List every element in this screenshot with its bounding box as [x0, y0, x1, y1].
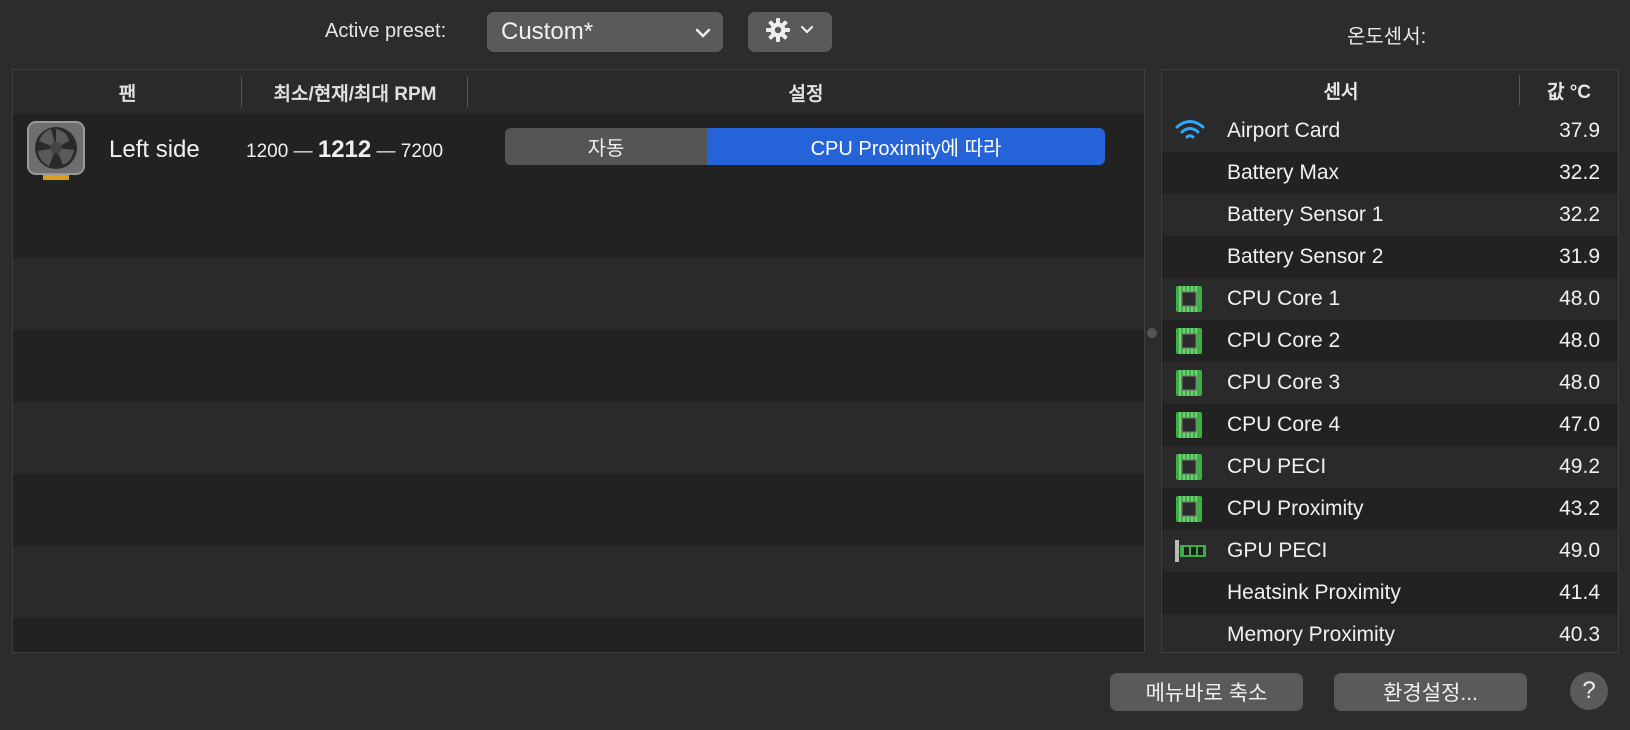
empty-row — [13, 258, 1144, 330]
sensor-name: GPU PECI — [1227, 539, 1328, 562]
sensor-table-header: 센서 값 °C — [1162, 70, 1618, 110]
sensor-row[interactable]: CPU Core 1 48.0 — [1162, 278, 1618, 320]
wifi-icon — [1174, 117, 1206, 145]
column-header-fan[interactable]: 팬 — [13, 76, 242, 107]
sensor-value: 37.9 — [1559, 119, 1600, 142]
sensor-value: 43.2 — [1559, 497, 1600, 520]
sensor-value: 48.0 — [1559, 371, 1600, 394]
fan-table-header: 팬 최소/현재/최대 RPM 설정 — [13, 70, 1144, 114]
sensor-value: 40.3 — [1559, 623, 1600, 646]
sensor-name: CPU Core 1 — [1227, 287, 1341, 310]
sensor-value: 41.4 — [1559, 581, 1600, 604]
sensor-value: 48.0 — [1559, 329, 1600, 352]
sensor-row[interactable]: CPU Proximity 43.2 — [1162, 488, 1618, 530]
max-rpm: 7200 — [400, 141, 444, 162]
cpu-chip-icon — [1174, 495, 1206, 523]
gear-icon — [765, 17, 791, 48]
fan-name: Left side — [109, 136, 200, 163]
column-header-sensor[interactable]: 센서 — [1162, 74, 1520, 105]
sensor-row[interactable]: GPU PECI 49.0 — [1162, 530, 1618, 572]
empty-row — [13, 546, 1144, 618]
sensor-row[interactable]: CPU PECI 49.2 — [1162, 446, 1618, 488]
sensor-value: 32.2 — [1559, 161, 1600, 184]
sensor-name: Airport Card — [1227, 119, 1341, 142]
column-header-rpm[interactable]: 최소/현재/최대 RPM — [242, 76, 468, 107]
sensor-value: 49.0 — [1559, 539, 1600, 562]
empty-row — [13, 618, 1144, 652]
sensor-row[interactable]: Battery Sensor 1 32.2 — [1162, 194, 1618, 236]
sensor-row[interactable]: CPU Core 4 47.0 — [1162, 404, 1618, 446]
help-button[interactable]: ? — [1570, 672, 1608, 710]
empty-row — [13, 330, 1144, 402]
chevron-down-icon — [799, 22, 815, 43]
empty-row — [13, 186, 1144, 258]
sensor-name: CPU Proximity — [1227, 497, 1364, 520]
mode-auto-button[interactable]: 자동 — [505, 128, 707, 165]
sensor-table: 센서 값 °C Airport Card 37.9 Battery Max 32.2 B… — [1161, 69, 1619, 653]
sensor-row[interactable]: CPU Core 3 48.0 — [1162, 362, 1618, 404]
preset-value: Custom* — [501, 18, 594, 45]
cpu-chip-icon — [1174, 453, 1206, 481]
sensors-title: 온도센서: — [1347, 26, 1427, 48]
sensor-name: Memory Proximity — [1227, 623, 1396, 646]
active-preset-label: Active preset: — [325, 20, 447, 42]
preferences-button[interactable]: 환경설정... — [1334, 673, 1527, 711]
column-header-value[interactable]: 값 °C — [1520, 77, 1618, 104]
sensor-row[interactable]: Heatsink Proximity 41.4 — [1162, 572, 1618, 614]
fan-table: 팬 최소/현재/최대 RPM 설정 Left side 1200 — 1212 … — [12, 69, 1145, 653]
sensor-value: 31.9 — [1559, 245, 1600, 268]
sensor-name: CPU Core 3 — [1227, 371, 1341, 394]
preset-select[interactable]: Custom* — [487, 12, 723, 52]
min-rpm: 1200 — [246, 141, 289, 162]
sensor-name: CPU Core 4 — [1227, 413, 1341, 436]
split-view-divider-handle[interactable] — [1147, 328, 1157, 338]
fan-icon — [27, 121, 85, 186]
sensor-value: 49.2 — [1559, 455, 1600, 478]
sensor-rows: Airport Card 37.9 Battery Max 32.2 Battery S… — [1162, 110, 1618, 652]
sensor-name: Heatsink Proximity — [1227, 581, 1401, 604]
collapse-to-menubar-button[interactable]: 메뉴바로 축소 — [1110, 673, 1303, 711]
sensor-name: Battery Sensor 1 — [1227, 203, 1384, 226]
current-rpm: 1212 — [317, 136, 372, 163]
cpu-chip-icon — [1174, 285, 1206, 313]
fan-row[interactable]: Left side 1200 — 1212 — 7200 자동 CPU Prox… — [13, 114, 1144, 186]
mode-sensor-button[interactable]: CPU Proximity에 따라 — [707, 128, 1105, 165]
sensor-value: 32.2 — [1559, 203, 1600, 226]
sensor-name: CPU Core 2 — [1227, 329, 1341, 352]
rpm-separator: — — [376, 141, 401, 162]
cpu-chip-icon — [1174, 369, 1206, 397]
sensor-row[interactable]: Battery Sensor 2 31.9 — [1162, 236, 1618, 278]
sensor-name: Battery Sensor 2 — [1227, 245, 1384, 268]
gpu-card-icon — [1174, 537, 1206, 565]
sensor-row[interactable]: CPU Core 2 48.0 — [1162, 320, 1618, 362]
cpu-chip-icon — [1174, 411, 1206, 439]
sensor-value: 47.0 — [1559, 413, 1600, 436]
sensor-name: CPU PECI — [1227, 455, 1327, 478]
empty-row — [13, 402, 1144, 474]
sensor-row[interactable]: Memory Proximity 40.3 — [1162, 614, 1618, 652]
sensor-row[interactable]: Airport Card 37.9 — [1162, 110, 1618, 152]
rpm-readout: 1200 — 1212 — 7200 — [246, 136, 482, 164]
gear-menu-button[interactable] — [748, 12, 832, 52]
fan-mode-segmented-control[interactable]: 자동 CPU Proximity에 따라 — [505, 128, 1105, 165]
cpu-chip-icon — [1174, 327, 1206, 355]
chevron-down-icon — [693, 22, 713, 50]
sensor-value: 48.0 — [1559, 287, 1600, 310]
column-header-settings[interactable]: 설정 — [468, 79, 1144, 106]
empty-row — [13, 474, 1144, 546]
sensor-row[interactable]: Battery Max 32.2 — [1162, 152, 1618, 194]
rpm-separator: — — [293, 141, 318, 162]
sensor-name: Battery Max — [1227, 161, 1340, 184]
fan-rows: Left side 1200 — 1212 — 7200 자동 CPU Prox… — [13, 114, 1144, 652]
